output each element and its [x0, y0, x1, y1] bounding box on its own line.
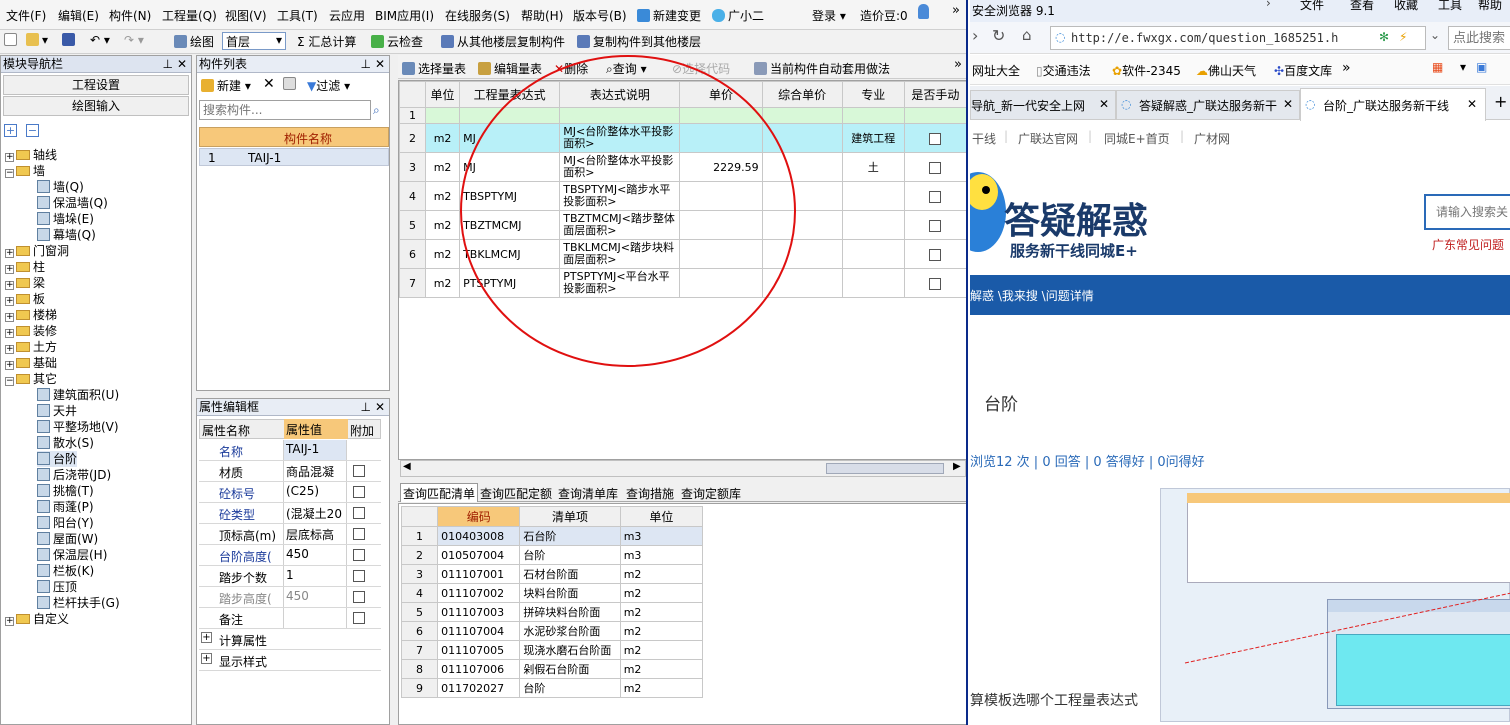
paw-icon: ✣: [1274, 64, 1285, 78]
url-text: http://e.fwxgx.com/question_1685251.h: [1071, 31, 1339, 45]
browser-menu-file[interactable]: 文件: [1300, 0, 1324, 13]
site-subnav: 干线 | 广联达官网 | 同城E+首页 | 广材网: [970, 121, 1510, 155]
annotation-circle: [460, 55, 796, 367]
bookmark-item[interactable]: ✿软件-2345: [1112, 62, 1181, 79]
browser-address-bar: › ↻ ⌂ ◌ http://e.fwxgx.com/question_1685…: [970, 22, 1510, 54]
lightning-icon: ⚡: [1399, 30, 1408, 44]
tab-title: 答疑解惑_广联达服务新干: [1139, 99, 1278, 113]
translate-icon[interactable]: ▣: [1476, 60, 1487, 74]
separator: |: [1004, 129, 1009, 143]
close-icon[interactable]: ✕: [1099, 97, 1109, 111]
browser-search-input[interactable]: [1448, 26, 1510, 50]
browser-title: 安全浏览器 9.1: [972, 4, 1055, 18]
software-icon: ✿: [1112, 64, 1123, 78]
shield-icon: ✻: [1379, 30, 1390, 44]
site-logo-text: 答疑解惑: [1004, 201, 1149, 242]
separator: |: [1088, 129, 1093, 143]
bookmark-label: 交通违法: [1042, 64, 1091, 78]
url-field[interactable]: ◌ http://e.fwxgx.com/question_1685251.h …: [1050, 26, 1426, 50]
browser-menu-tools[interactable]: 工具: [1438, 0, 1462, 13]
bookmark-item[interactable]: 网址大全: [972, 62, 1020, 79]
bookmarks-bar: 网址大全 ▯交通违法 ✿软件-2345 ☁佛山天气 ✣百度文库 » ▦ ▾ ▣: [970, 55, 1510, 85]
question-stats: 浏览12 次 | 0 回答 | 0 答得好 | 0问得好: [970, 455, 1205, 470]
question-screenshot-image[interactable]: [1160, 488, 1510, 722]
bookmark-item[interactable]: ☁佛山天气: [1196, 62, 1256, 79]
thumbnail-annotation: [1184, 592, 1510, 664]
menu-chevron-icon[interactable]: ›: [1266, 0, 1271, 10]
bookmark-label: 佛山天气: [1208, 64, 1257, 78]
browser-titlebar: 安全浏览器 9.1 › 文件 查看 收藏 工具 帮助: [970, 0, 1510, 22]
site-icon: ◌: [1305, 97, 1316, 111]
site-search-input[interactable]: [1424, 194, 1510, 230]
browser-menu-help[interactable]: 帮助: [1478, 0, 1502, 13]
subnav-link[interactable]: 广材网: [1194, 130, 1230, 147]
browser-tab-strip: 导航_新一代安全上网 ✕ ◌ 答疑解惑_广联达服务新干 ✕ ◌ 台阶_广联达服务新干线 ✕…: [970, 86, 1510, 121]
close-icon[interactable]: ✕: [1283, 97, 1293, 111]
weather-icon: ☁: [1196, 64, 1208, 78]
subnav-link[interactable]: 广联达官网: [1018, 130, 1078, 147]
browser-tab-active[interactable]: ◌ 台阶_广联达服务新干线 ✕: [1300, 88, 1486, 121]
site-header: 答疑解惑 服务新干线同城E+ 广东常见问题: [970, 156, 1510, 274]
subnav-link[interactable]: 同城E+首页: [1104, 130, 1170, 147]
apps-icon[interactable]: ▦: [1432, 60, 1443, 74]
forward-icon[interactable]: ›: [972, 26, 978, 45]
home-icon[interactable]: ⌂: [1022, 26, 1032, 44]
browser-menu-favorites[interactable]: 收藏: [1394, 0, 1418, 13]
question-text: 算模板选哪个工程量表达式: [970, 693, 1138, 709]
site-logo-subtitle: 服务新干线同城E+: [1010, 242, 1138, 260]
tab-title: 导航_新一代安全上网: [971, 99, 1086, 113]
site-icon: ◌: [1121, 97, 1132, 111]
browser-menu-view[interactable]: 查看: [1350, 0, 1374, 13]
chevron-down-icon[interactable]: ⌄: [1430, 28, 1440, 42]
browser-tab[interactable]: 导航_新一代安全上网 ✕: [970, 90, 1116, 120]
breadcrumb-text[interactable]: 解惑 \我来搜 \问题详情: [970, 287, 1094, 304]
browser-tab[interactable]: ◌ 答疑解惑_广联达服务新干 ✕: [1116, 90, 1300, 120]
bookmark-item[interactable]: ▯交通违法: [1036, 62, 1091, 79]
close-icon[interactable]: ✕: [1467, 97, 1477, 111]
region-link[interactable]: 广东常见问题: [1432, 236, 1504, 253]
subnav-link[interactable]: 干线: [972, 130, 996, 147]
app-window: 文件(F) 编辑(E) 构件(N) 工程量(Q) 视图(V) 工具(T) 云应用…: [0, 0, 968, 725]
bookmark-label: 软件-2345: [1122, 64, 1181, 78]
browser-window: 安全浏览器 9.1 › 文件 查看 收藏 工具 帮助 › ↻ ⌂ ◌ http:…: [970, 0, 1510, 725]
page-icon: ▯: [1036, 64, 1043, 78]
question-title: 台阶: [984, 395, 1018, 415]
tab-title: 台阶_广联达服务新干线: [1323, 99, 1450, 113]
overflow-chevron-icon[interactable]: »: [1342, 60, 1351, 76]
bookmark-item[interactable]: ✣百度文库: [1274, 62, 1332, 79]
site-icon: ◌: [1055, 30, 1066, 44]
chevron-down-icon[interactable]: ▾: [1460, 60, 1466, 74]
bookmark-label: 百度文库: [1284, 64, 1333, 78]
refresh-icon[interactable]: ↻: [992, 26, 1005, 45]
breadcrumb: 解惑 \我来搜 \问题详情: [970, 275, 1510, 315]
separator: |: [1180, 129, 1185, 143]
new-tab-icon[interactable]: +: [1494, 92, 1507, 111]
